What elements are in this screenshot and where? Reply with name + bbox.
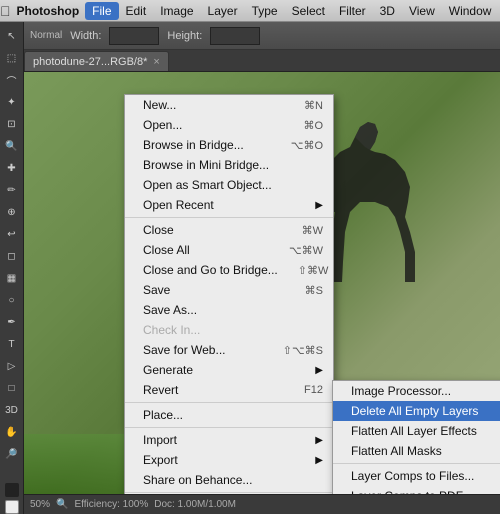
scripts-delete-empty[interactable]: Delete All Empty Layers bbox=[333, 401, 500, 421]
scripts-submenu: Image Processor... Delete All Empty Laye… bbox=[332, 380, 500, 494]
tool-move[interactable]: ↖ bbox=[2, 26, 22, 46]
content-area: Normal Width: Height: photodune-27...RGB… bbox=[24, 22, 500, 514]
app-name[interactable]: Photoshop bbox=[11, 4, 86, 18]
tool-gradient[interactable]: ▦ bbox=[2, 268, 22, 288]
tool-marquee[interactable]: ⬚ bbox=[2, 48, 22, 68]
width-label: Width: bbox=[70, 30, 101, 42]
menu-behance[interactable]: Share on Behance... bbox=[125, 470, 333, 490]
menu-open-smart[interactable]: Open as Smart Object... bbox=[125, 175, 333, 195]
height-label: Height: bbox=[167, 30, 202, 42]
tool-shape[interactable]: □ bbox=[2, 378, 22, 398]
menu-close[interactable]: Close ⌘W bbox=[125, 220, 333, 240]
efficiency-label: Efficiency: 100% bbox=[74, 499, 148, 510]
menu-close-all[interactable]: Close All ⌥⌘W bbox=[125, 240, 333, 260]
options-bar: Normal Width: Height: bbox=[24, 22, 500, 50]
menu-window[interactable]: Window bbox=[442, 2, 499, 20]
menu-save-as[interactable]: Save As... bbox=[125, 300, 333, 320]
tab-bar: photodune-27...RGB/8* × bbox=[24, 50, 500, 72]
tool-hand[interactable]: ✋ bbox=[2, 422, 22, 442]
tool-history[interactable]: ↩ bbox=[2, 224, 22, 244]
tool-eraser[interactable]: ◻ bbox=[2, 246, 22, 266]
tool-eyedropper[interactable]: 🔍 bbox=[2, 136, 22, 156]
menu-check-in: Check In... bbox=[125, 320, 333, 340]
sep2 bbox=[125, 402, 333, 403]
tab-label: photodune-27...RGB/8* bbox=[33, 56, 147, 68]
scripts-layer-comps-files[interactable]: Layer Comps to Files... bbox=[333, 466, 500, 486]
menu-export[interactable]: Export ▶ bbox=[125, 450, 333, 470]
menu-generate[interactable]: Generate ▶ bbox=[125, 360, 333, 380]
menubar:  Photoshop File Edit Image Layer Type S… bbox=[0, 0, 500, 22]
scripts-flatten-masks[interactable]: Flatten All Masks bbox=[333, 441, 500, 461]
zoom-controls[interactable]: 🔍 bbox=[56, 499, 68, 510]
width-input[interactable] bbox=[109, 27, 159, 45]
menu-layer[interactable]: Layer bbox=[201, 2, 245, 20]
left-toolbar: ↖ ⬚ ⌒ ✦ ⊡ 🔍 ✚ ✏ ⊕ ↩ ◻ ▦ ○ ✒ T ▷ □ 3D ✋ 🔎 bbox=[0, 22, 24, 514]
doc-info: Doc: 1.00M/1.00M bbox=[154, 499, 236, 510]
menu-new[interactable]: New... ⌘N bbox=[125, 95, 333, 115]
tool-brush[interactable]: ✏ bbox=[2, 180, 22, 200]
menu-select[interactable]: Select bbox=[285, 2, 332, 20]
tool-type[interactable]: T bbox=[2, 334, 22, 354]
tool-path[interactable]: ▷ bbox=[2, 356, 22, 376]
document-tab[interactable]: photodune-27...RGB/8* × bbox=[24, 51, 169, 71]
menu-close-bridge[interactable]: Close and Go to Bridge... ⇧⌘W bbox=[125, 260, 333, 280]
menu-3d[interactable]: 3D bbox=[373, 2, 402, 20]
menu-type[interactable]: Type bbox=[245, 2, 285, 20]
tool-heal[interactable]: ✚ bbox=[2, 158, 22, 178]
sep1 bbox=[125, 217, 333, 218]
background-color[interactable] bbox=[5, 500, 19, 514]
menu-edit[interactable]: Edit bbox=[119, 2, 154, 20]
menu-place[interactable]: Place... bbox=[125, 405, 333, 425]
canvas-area: ✕ 系统之家 xp510.com New... ⌘N Open... ⌘O Br… bbox=[24, 72, 500, 494]
menu-view[interactable]: View bbox=[402, 2, 442, 20]
scripts-layer-comps-pdf[interactable]: Layer Comps to PDF... bbox=[333, 486, 500, 494]
foreground-color[interactable] bbox=[5, 483, 19, 497]
tool-zoom[interactable]: 🔎 bbox=[2, 444, 22, 464]
main-area: ↖ ⬚ ⌒ ✦ ⊡ 🔍 ✚ ✏ ⊕ ↩ ◻ ▦ ○ ✒ T ▷ □ 3D ✋ 🔎… bbox=[0, 22, 500, 514]
sep3 bbox=[125, 427, 333, 428]
menu-image[interactable]: Image bbox=[153, 2, 200, 20]
tool-clone[interactable]: ⊕ bbox=[2, 202, 22, 222]
zoom-level: 50% bbox=[30, 499, 50, 510]
menu-file[interactable]: File bbox=[85, 2, 118, 20]
scripts-image-processor[interactable]: Image Processor... bbox=[333, 381, 500, 401]
file-menu: New... ⌘N Open... ⌘O Browse in Bridge...… bbox=[124, 94, 334, 494]
tool-magic-wand[interactable]: ✦ bbox=[2, 92, 22, 112]
scripts-flatten-effects[interactable]: Flatten All Layer Effects bbox=[333, 421, 500, 441]
menu-save-web[interactable]: Save for Web... ⇧⌥⌘S bbox=[125, 340, 333, 360]
menu-browse-bridge[interactable]: Browse in Bridge... ⌥⌘O bbox=[125, 135, 333, 155]
menu-browse-mini[interactable]: Browse in Mini Bridge... bbox=[125, 155, 333, 175]
tool-pen[interactable]: ✒ bbox=[2, 312, 22, 332]
menu-open-recent[interactable]: Open Recent ▶ bbox=[125, 195, 333, 215]
tool-dodge[interactable]: ○ bbox=[2, 290, 22, 310]
tool-lasso[interactable]: ⌒ bbox=[2, 70, 22, 90]
tool-crop[interactable]: ⊡ bbox=[2, 114, 22, 134]
sep4 bbox=[125, 492, 333, 493]
menu-filter[interactable]: Filter bbox=[332, 2, 373, 20]
menu-open[interactable]: Open... ⌘O bbox=[125, 115, 333, 135]
menu-import[interactable]: Import ▶ bbox=[125, 430, 333, 450]
tab-close[interactable]: × bbox=[153, 56, 159, 68]
height-input[interactable] bbox=[210, 27, 260, 45]
menu-revert[interactable]: Revert F12 bbox=[125, 380, 333, 400]
normal-label: Normal bbox=[30, 30, 62, 41]
tool-3d[interactable]: 3D bbox=[2, 400, 22, 420]
scripts-sep1 bbox=[333, 463, 500, 464]
menu-save[interactable]: Save ⌘S bbox=[125, 280, 333, 300]
apple-menu[interactable]:  bbox=[0, 3, 11, 19]
bottom-bar: 50% 🔍 Efficiency: 100% Doc: 1.00M/1.00M bbox=[24, 494, 500, 514]
